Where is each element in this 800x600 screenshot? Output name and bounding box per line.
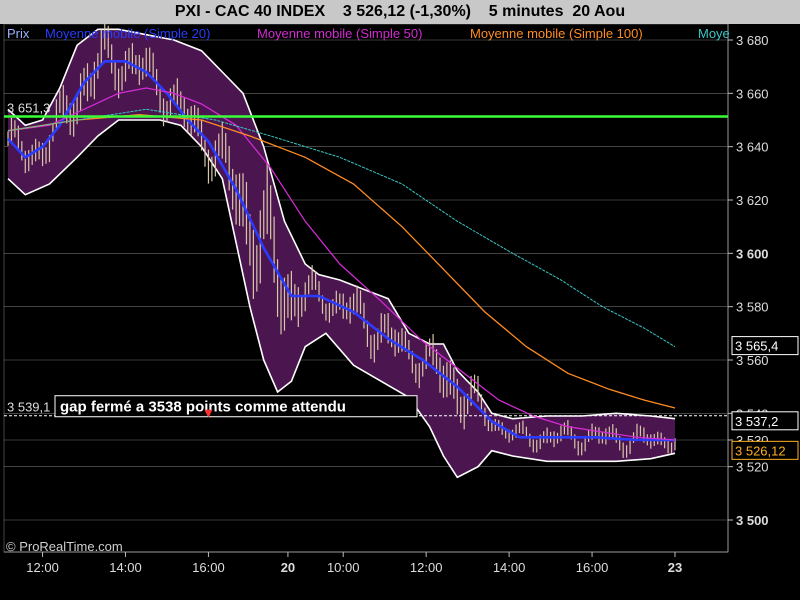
y-tick-label: 3 640	[736, 140, 769, 155]
x-tick-label: 16:00	[192, 560, 225, 575]
y-tick-label: 3 620	[736, 193, 769, 208]
y-tick-label: 3 560	[736, 353, 769, 368]
y-tick-label: 3 580	[736, 300, 769, 315]
x-tick-label: 10:00	[327, 560, 360, 575]
y-tick-label: 3 680	[736, 33, 769, 48]
chart-title: PXI - CAC 40 INDEX 3 526,12 (-1,30%) 5 m…	[0, 0, 800, 24]
price-tag-label: 3 537,2	[735, 414, 778, 429]
legend-entry: Moyenne mobile (Simple 50)	[257, 26, 422, 41]
x-tick-label: 12:00	[410, 560, 443, 575]
y-tick-label: 3 660	[736, 86, 769, 101]
legend-entry: Prix	[7, 26, 30, 41]
annotation-text: gap fermé a 3538 points comme attendu	[60, 399, 346, 416]
price-tag-label: 3 565,4	[735, 339, 778, 354]
gap-line-label: 3 539,1	[7, 400, 50, 415]
x-tick-label: 20	[281, 560, 295, 575]
copyright: © ProRealTime.com	[6, 539, 123, 554]
legend-entry: Moye	[698, 26, 730, 41]
x-tick-label: 16:00	[576, 560, 609, 575]
price-tag-label: 3 526,12	[735, 443, 786, 458]
x-tick-label: 12:00	[26, 560, 59, 575]
x-tick-label: 14:00	[109, 560, 142, 575]
level-line-label: 3 651,3	[7, 101, 50, 116]
y-tick-label: 3 600	[736, 246, 769, 261]
y-tick-label: 3 500	[736, 513, 769, 528]
price-chart: 3 6803 6603 6403 6203 6003 5803 5603 540…	[3, 21, 799, 575]
x-tick-label: 23	[668, 560, 682, 575]
legend-entry: Moyenne mobile (Simple 20)	[45, 26, 210, 41]
x-tick-label: 14:00	[493, 560, 526, 575]
y-tick-label: 3 520	[736, 460, 769, 475]
legend-entry: Moyenne mobile (Simple 100)	[470, 26, 643, 41]
